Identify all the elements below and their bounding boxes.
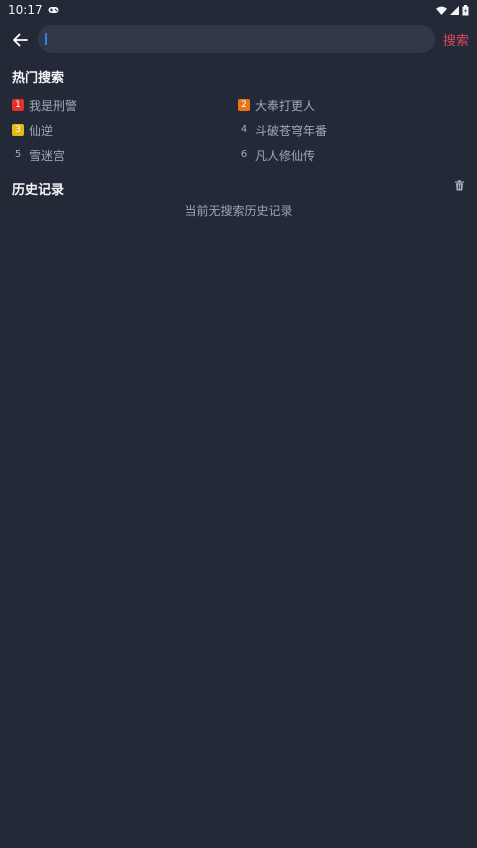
hot-item-4[interactable]: 4 斗破苍穹年番 xyxy=(238,121,327,139)
rank-badge: 2 xyxy=(238,99,250,111)
empty-history-message: 当前无搜索历史记录 xyxy=(184,204,293,218)
trash-icon xyxy=(454,180,466,191)
cell-signal-icon xyxy=(450,5,459,15)
rank-number: 6 xyxy=(240,149,248,160)
search-field xyxy=(38,25,435,55)
search-button[interactable]: 搜索 xyxy=(443,30,469,49)
hot-item-label: 大奉打更人 xyxy=(255,98,316,113)
hot-item-label: 凡人修仙传 xyxy=(255,148,316,163)
hot-item-1[interactable]: 1 我是刑警 xyxy=(12,96,77,114)
text-caret xyxy=(45,33,47,45)
arrow-left-icon xyxy=(12,32,28,48)
history-title: 历史记录 xyxy=(12,183,65,198)
clear-history-button[interactable] xyxy=(454,180,466,192)
search-input[interactable] xyxy=(44,25,428,55)
status-right xyxy=(436,4,469,16)
battery-icon xyxy=(462,4,469,16)
hot-item-label: 仙逆 xyxy=(29,123,54,138)
hot-item-3[interactable]: 3 仙逆 xyxy=(12,121,53,139)
rank-number: 4 xyxy=(240,124,248,135)
status-time: 10:17 xyxy=(8,3,43,17)
hot-item-5[interactable]: 5 雪迷宫 xyxy=(12,146,65,164)
status-bar: 10:17 xyxy=(0,0,477,20)
back-button[interactable] xyxy=(9,29,31,51)
status-left: 10:17 xyxy=(8,3,59,17)
hot-search-title: 热门搜索 xyxy=(12,71,65,86)
hot-item-2[interactable]: 2 大奉打更人 xyxy=(238,96,315,114)
search-bar: 搜索 xyxy=(0,25,477,55)
hot-item-label: 我是刑警 xyxy=(29,98,78,113)
wifi-icon xyxy=(436,6,447,15)
gamepad-icon xyxy=(48,6,59,14)
hot-item-label: 斗破苍穹年番 xyxy=(255,123,328,138)
hot-item-label: 雪迷宫 xyxy=(29,148,66,163)
rank-badge: 3 xyxy=(12,124,24,136)
rank-number: 5 xyxy=(14,149,22,160)
rank-badge: 1 xyxy=(12,99,24,111)
hot-item-6[interactable]: 6 凡人修仙传 xyxy=(238,146,315,164)
